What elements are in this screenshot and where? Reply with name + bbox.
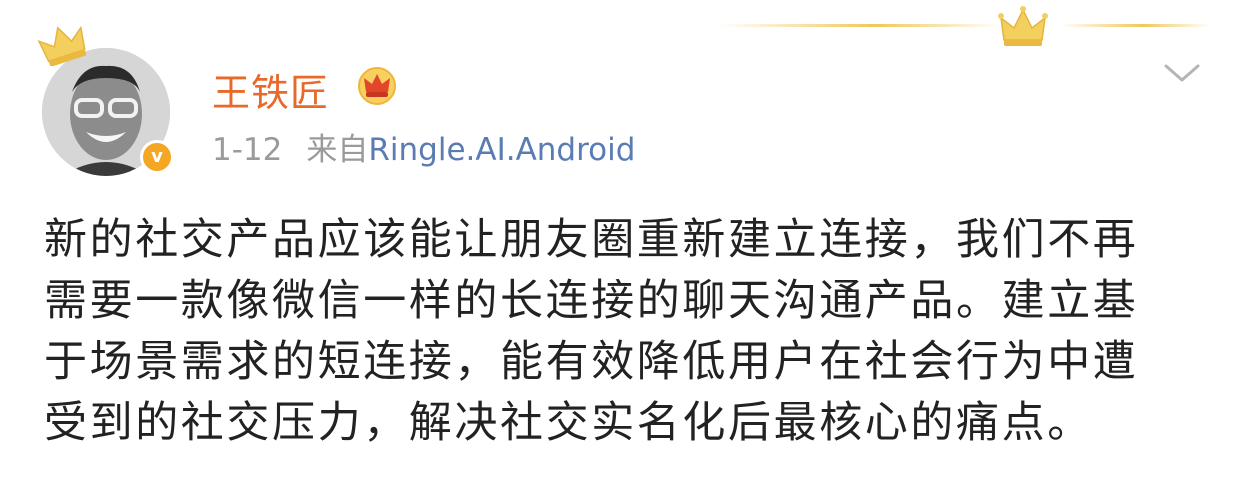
author-name[interactable]: 王铁匠	[212, 62, 329, 117]
header-decoration-line-left	[720, 24, 1000, 27]
crown-icon	[998, 6, 1048, 46]
post-content: 新的社交产品应该能让朋友圈重新建立连接，我们不再 需要一款像微信一样的长连接的聊…	[44, 210, 1204, 454]
post-date: 1-12	[212, 132, 283, 168]
post-content-line: 于场景需求的短连接，能有效降低用户在社会行为中遭	[44, 337, 1139, 387]
crown-icon	[37, 25, 87, 66]
post-content-line: 受到的社交压力，解决社交实名化后最核心的痛点。	[44, 398, 1093, 448]
chevron-down-icon[interactable]	[1160, 58, 1204, 88]
post-content-line: 需要一款像微信一样的长连接的聊天沟通产品。建立基	[44, 276, 1139, 326]
source-link[interactable]: Ringle.AI.Android	[368, 132, 635, 168]
vip-crown-badge-icon	[358, 67, 396, 105]
source-prefix: 来自	[306, 132, 369, 168]
post-meta: 1-12 来自Ringle.AI.Android	[212, 124, 635, 169]
verified-badge-icon: v	[140, 140, 174, 174]
post-content-line: 新的社交产品应该能让朋友圈重新建立连接，我们不再	[44, 215, 1139, 265]
header-decoration-line-right	[1060, 24, 1210, 27]
author-avatar-container[interactable]: v	[36, 22, 176, 176]
